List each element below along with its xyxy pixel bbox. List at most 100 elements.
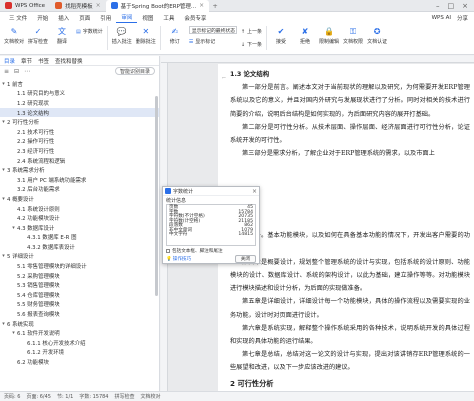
- menu-page[interactable]: 页面: [74, 12, 95, 23]
- chevron-down-icon[interactable]: ▾: [0, 196, 7, 202]
- close-icon[interactable]: ×: [96, 2, 101, 9]
- doc-certify-button[interactable]: ✪ 文档认证: [367, 26, 387, 45]
- close-icon[interactable]: ×: [252, 188, 257, 195]
- toc-item[interactable]: 4.2 功能模块设计: [0, 213, 159, 223]
- nav-tabs: 目录 章节 书签 查找和替换: [0, 56, 159, 66]
- include-textbox-checkbox[interactable]: 包括文本框、脚注和尾注: [166, 247, 256, 254]
- toc-item[interactable]: 4.1 系统设计原则: [0, 204, 159, 214]
- toc-item[interactable]: ▾ 2 可行性分析: [0, 117, 159, 127]
- toc-item[interactable]: 6.1.2 开发环境: [0, 348, 159, 358]
- toc-item[interactable]: 4.3.1 数据库 E-R 图: [0, 233, 159, 243]
- close-icon[interactable]: ×: [199, 2, 204, 9]
- spellcheck-button[interactable]: ✓ 拼写检查: [28, 26, 48, 45]
- toc-item[interactable]: 3.2 后台功能需求: [0, 185, 159, 195]
- close-window-icon[interactable]: ×: [462, 2, 468, 10]
- tab-template[interactable]: 找稻壳模板 ×: [50, 0, 106, 12]
- horizontal-ruler[interactable]: [161, 56, 474, 63]
- doc-permission-button[interactable]: ⚿ 文档权限: [343, 26, 364, 46]
- expand-all-icon[interactable]: ≡: [4, 68, 9, 75]
- toc-item[interactable]: 2.1 技术可行性: [0, 127, 159, 137]
- next-change-button[interactable]: ↓ 下一条: [241, 39, 262, 50]
- more-icon[interactable]: ⋯: [24, 68, 30, 75]
- close-button[interactable]: 关闭: [234, 255, 256, 263]
- word-count-button[interactable]: ▤ 字数统计: [76, 26, 103, 37]
- toc-item[interactable]: 1.1 研究目的与意义: [0, 89, 159, 99]
- toc-item[interactable]: 5.6 报表查询模块: [0, 309, 159, 319]
- insert-comment-button[interactable]: 💬 插入批注: [112, 26, 132, 45]
- toc-item[interactable]: 2.4 系统流程和逻辑: [0, 156, 159, 166]
- menu-view[interactable]: 视图: [137, 12, 158, 23]
- menu-home[interactable]: 开始: [32, 12, 53, 23]
- chevron-down-icon[interactable]: ▾: [0, 253, 7, 259]
- chevron-down-icon[interactable]: ▾: [0, 119, 7, 125]
- checkbox-box[interactable]: [166, 248, 170, 253]
- menu-file[interactable]: 三 文件: [4, 12, 32, 23]
- track-changes-button[interactable]: ✍ 修订: [165, 26, 185, 45]
- smart-toc-button[interactable]: 智能识别目录: [114, 67, 155, 75]
- menu-tools[interactable]: 工具: [158, 12, 179, 23]
- nav-tab-toc[interactable]: 目录: [4, 57, 15, 65]
- toc-item[interactable]: 6.2 功能模块: [0, 357, 159, 367]
- toc-item[interactable]: 1.2 研究现状: [0, 98, 159, 108]
- share-button[interactable]: 分享: [457, 14, 468, 22]
- accept-button[interactable]: ✔ 接受: [271, 26, 291, 45]
- tab-wps-office[interactable]: WPS Office: [0, 0, 50, 12]
- nav-tab-find-replace[interactable]: 查找和替换: [55, 57, 83, 65]
- toc-item[interactable]: 6.1.1 核心开发技术介绍: [0, 338, 159, 348]
- chevron-down-icon[interactable]: ▾: [0, 81, 7, 87]
- toc-item[interactable]: 3.1 用户 PC 端系统功能需求: [0, 175, 159, 185]
- prev-change-button[interactable]: ↑ 上一条: [241, 26, 262, 37]
- toc-item[interactable]: ▾ 1 前言: [0, 79, 159, 89]
- tips-link[interactable]: 💡 操作技巧: [166, 256, 191, 263]
- toc-item-label: 5.5 财务管理模块: [17, 302, 60, 309]
- toc-item[interactable]: ▾ 6.1 软件开发说明: [0, 328, 159, 338]
- spellcheck-label: 拼写检查: [28, 39, 49, 45]
- markup-mode-select[interactable]: 显示标记的最终状态: [188, 26, 237, 34]
- translate-icon: 文: [58, 27, 67, 36]
- wps-ai-button[interactable]: WPS AI: [432, 15, 451, 21]
- reject-button[interactable]: ✘ 拒绝: [295, 26, 315, 45]
- delete-comment-button[interactable]: ✕ 删除批注: [136, 26, 156, 45]
- nav-scrollbar[interactable]: [155, 96, 158, 296]
- toc-item[interactable]: 2.2 操作可行性: [0, 137, 159, 147]
- toc-item[interactable]: 4.3.2 数据库表设计: [0, 242, 159, 252]
- menu-insert[interactable]: 插入: [53, 12, 74, 23]
- translate-button[interactable]: 文 翻译: [52, 26, 72, 45]
- chevron-down-icon[interactable]: ▾: [10, 330, 17, 336]
- toc-item[interactable]: 5.5 财务管理模块: [0, 300, 159, 310]
- tab-document[interactable]: 基于Spring Boot的ERP管理... ×: [105, 0, 210, 12]
- chevron-down-icon[interactable]: ▾: [0, 321, 7, 327]
- menu-member[interactable]: 会员专享: [179, 12, 211, 23]
- status-item[interactable]: 文档校对: [141, 393, 161, 400]
- chevron-down-icon[interactable]: ▾: [10, 225, 17, 231]
- toc-item[interactable]: 5.3 销售管理模块: [0, 280, 159, 290]
- chevron-down-icon[interactable]: ▾: [0, 167, 7, 173]
- maximize-icon[interactable]: □: [448, 2, 455, 10]
- word-count-label: 字数统计: [82, 29, 103, 35]
- nav-tab-bookmarks[interactable]: 书签: [38, 57, 49, 65]
- toc-item[interactable]: 1.3 论文结构: [0, 107, 159, 118]
- add-tab-icon[interactable]: +: [209, 2, 221, 10]
- toc-item[interactable]: 5.1 零售管理模块的详细设计: [0, 261, 159, 271]
- document-text[interactable]: 1.3 论文结构 第一部分是前言。阐述本文对于当前现状的理解以及研究，为何需要开…: [230, 68, 470, 390]
- toc-item[interactable]: 5.2 采购管理模块: [0, 271, 159, 281]
- toc-item[interactable]: 5.4 仓库管理模块: [0, 290, 159, 300]
- toc-item[interactable]: ▾ 6 系统实现: [0, 319, 159, 329]
- toc-item[interactable]: ▾ 5 详细设计: [0, 252, 159, 262]
- toc-item[interactable]: ▾ 4 概要设计: [0, 194, 159, 204]
- toc-item[interactable]: 2.3 经济可行性: [0, 146, 159, 156]
- dialog-titlebar[interactable]: 字数统计 ×: [163, 187, 259, 196]
- show-markup-button[interactable]: ☰ 显示标记: [189, 36, 237, 47]
- nav-tab-sections[interactable]: 章节: [21, 57, 32, 65]
- menu-reference[interactable]: 引用: [95, 12, 116, 23]
- restrict-edit-button[interactable]: 🔒 限制编辑: [319, 26, 339, 45]
- toc-item[interactable]: ▾ 4.3 数据库设计: [0, 223, 159, 233]
- paragraph: 第四章是概要设计，规划整个管理系统的设计与实现，包括系统的设计原则、功能模块的设…: [230, 258, 470, 293]
- menu-review[interactable]: 审阅: [116, 12, 138, 23]
- doc-permission-label: 文档权限: [343, 39, 364, 45]
- minimize-icon[interactable]: –: [436, 2, 440, 10]
- status-item[interactable]: 拼写检查: [115, 393, 135, 400]
- proofread-button[interactable]: ✎ 文档校对: [4, 26, 24, 45]
- collapse-icon[interactable]: ⊟: [14, 68, 19, 75]
- toc-item[interactable]: ▾ 3 系统需求分析: [0, 165, 159, 175]
